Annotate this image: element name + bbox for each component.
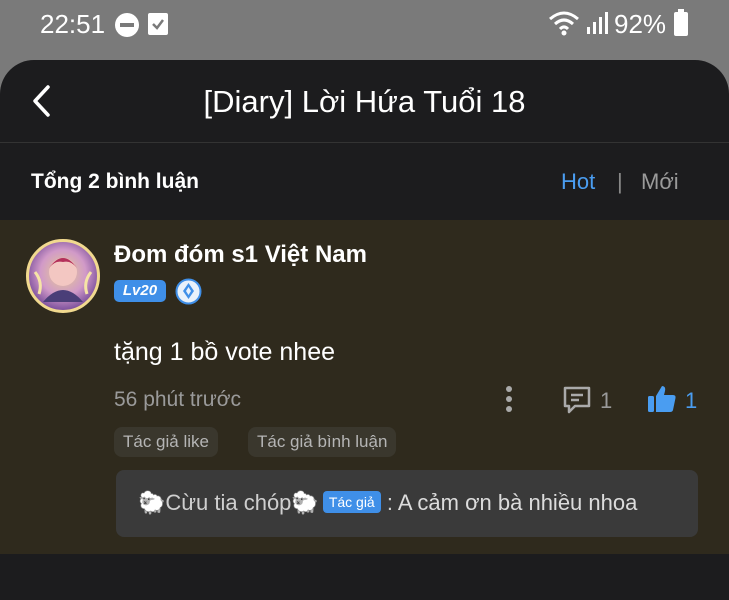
comments-sheet: [Diary] Lời Hứa Tuổi 18 Tổng 2 bình luận…	[0, 60, 729, 600]
signal-icon	[587, 12, 608, 34]
reply-line: 🐑Cừu tia chóp🐑 Tác giả : A cảm ơn bà nhiề…	[138, 490, 637, 516]
wifi-icon	[549, 11, 579, 36]
avatar[interactable]	[26, 239, 100, 313]
tag-author-liked: Tác giả like	[114, 427, 218, 457]
battery-percentage: 92%	[614, 9, 667, 39]
user-name[interactable]: Đom đóm s1 Việt Nam	[114, 241, 367, 269]
more-options-icon[interactable]	[503, 384, 515, 414]
author-badge: Tác giả	[322, 491, 381, 513]
comment-text: tặng 1 bồ vote nhee	[114, 338, 336, 366]
reply-author-name[interactable]: 🐑Cừu tia chóp🐑	[138, 490, 319, 515]
comment-timestamp: 56 phút trước	[114, 388, 242, 411]
like-count: 1	[685, 388, 698, 413]
do-not-disturb-icon	[115, 13, 139, 37]
tag-author-replied: Tác giả bình luận	[248, 427, 397, 457]
rank-badge-icon	[175, 278, 202, 305]
comment-card: Đom đóm s1 Việt Nam Lv20 tặng 1 bồ vote …	[0, 220, 729, 554]
status-bar: 22:51 92%	[0, 0, 729, 52]
checkbox-notification-icon	[148, 13, 168, 35]
page-title: [Diary] Lời Hứa Tuổi 18	[203, 84, 526, 119]
header: [Diary] Lời Hứa Tuổi 18	[0, 60, 729, 143]
status-time: 22:51	[40, 9, 106, 39]
sort-new-tab[interactable]: Mới	[641, 169, 679, 195]
battery-icon	[674, 9, 688, 36]
author-reply[interactable]: 🐑Cừu tia chóp🐑 Tác giả : A cảm ơn bà nhiề…	[116, 470, 698, 537]
sort-divider: |	[617, 169, 623, 194]
comment-summary: Tổng 2 bình luận Hot | Mới	[0, 143, 729, 220]
reply-count: 1	[600, 388, 613, 413]
reply-text: A cảm ơn bà nhiều nhoa	[397, 490, 638, 515]
reply-icon[interactable]	[562, 385, 592, 415]
level-badge: Lv20	[114, 280, 166, 302]
thumbs-up-icon[interactable]	[646, 383, 678, 415]
sort-hot-tab[interactable]: Hot	[561, 169, 595, 195]
comment-count: Tổng 2 bình luận	[31, 170, 199, 193]
reply-separator: :	[380, 490, 398, 515]
